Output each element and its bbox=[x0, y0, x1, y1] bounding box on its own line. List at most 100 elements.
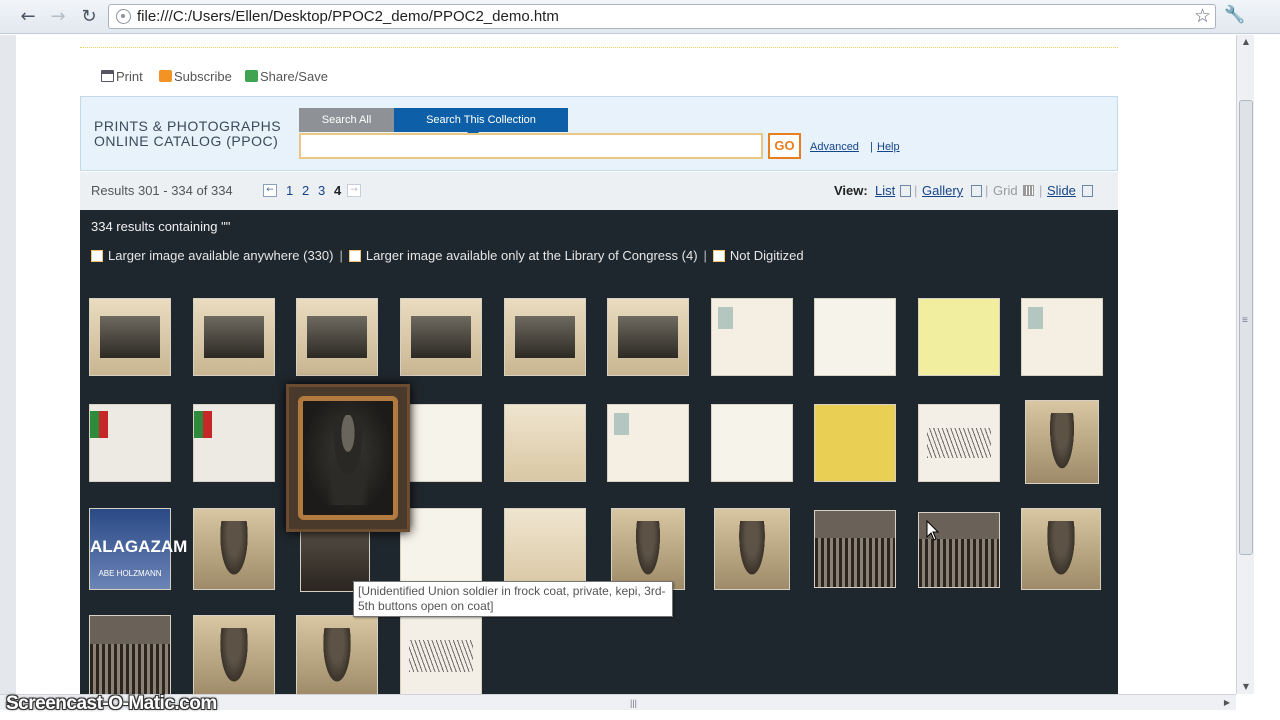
window-right-margin bbox=[1254, 35, 1280, 720]
browser-toolbar: ← → ↻ file:///C:/Users/Ellen/Desktop/PPO… bbox=[0, 0, 1280, 34]
filter-label: Larger image available only at the Libra… bbox=[365, 248, 698, 263]
filter-separator: | bbox=[703, 248, 707, 263]
advanced-search-link[interactable]: Advanced bbox=[810, 141, 859, 153]
help-link[interactable]: Help bbox=[877, 141, 900, 153]
view-separator: | bbox=[985, 183, 989, 198]
share-save-link[interactable]: Share/Save bbox=[245, 69, 328, 84]
result-thumbnail[interactable] bbox=[814, 510, 896, 588]
result-thumbnail[interactable] bbox=[1021, 298, 1103, 376]
print-link[interactable]: Print bbox=[101, 69, 143, 84]
scroll-right-arrow-icon[interactable]: ▶ bbox=[1219, 695, 1235, 711]
slide-view-icon[interactable] bbox=[1082, 185, 1093, 197]
result-thumbnail[interactable] bbox=[504, 298, 586, 376]
results-bar: Results 301 - 334 of 334 ← 1 2 3 4 → Vie… bbox=[80, 172, 1118, 210]
print-label: Print bbox=[116, 69, 143, 84]
hover-preview-image[interactable] bbox=[286, 384, 410, 532]
back-arrow-icon[interactable]: ← bbox=[16, 5, 40, 29]
result-thumbnail[interactable] bbox=[607, 404, 689, 482]
next-page-icon: → bbox=[347, 184, 361, 197]
page-link-1[interactable]: 1 bbox=[286, 183, 293, 198]
gallery-view-icon[interactable] bbox=[971, 185, 982, 197]
link-separator: | bbox=[870, 141, 873, 153]
filter-checkbox-larger-anywhere[interactable] bbox=[91, 250, 103, 262]
vertical-scrollbar[interactable]: ▲ ▼ bbox=[1236, 35, 1254, 694]
poster-subtitle: ABE HOLZMANN bbox=[98, 569, 162, 578]
result-thumbnail[interactable] bbox=[1021, 508, 1101, 590]
scrollbar-grip-icon[interactable]: ||| bbox=[630, 698, 640, 708]
result-thumbnail[interactable] bbox=[918, 298, 1000, 376]
result-thumbnail[interactable] bbox=[400, 615, 482, 694]
result-thumbnail[interactable] bbox=[400, 508, 482, 590]
share-label: Share/Save bbox=[260, 69, 328, 84]
reload-icon[interactable]: ↻ bbox=[77, 5, 101, 29]
screencast-watermark: Screencast-O-Matic.com bbox=[6, 693, 217, 714]
result-thumbnail[interactable] bbox=[400, 298, 482, 376]
result-thumbnail[interactable] bbox=[89, 298, 171, 376]
result-thumbnail[interactable] bbox=[814, 404, 896, 482]
previous-page-icon[interactable]: ← bbox=[263, 184, 277, 197]
result-thumbnail[interactable] bbox=[400, 404, 482, 482]
list-view-icon[interactable] bbox=[900, 185, 911, 197]
result-thumbnail[interactable]: ALAGAZAM ABE HOLZMANN bbox=[89, 508, 187, 590]
view-slide-link[interactable]: Slide bbox=[1047, 183, 1076, 198]
view-separator: | bbox=[1039, 183, 1043, 198]
result-thumbnail[interactable] bbox=[193, 404, 275, 482]
tab-search-collection[interactable]: Search This Collection bbox=[394, 108, 568, 138]
result-thumbnail[interactable] bbox=[504, 404, 586, 482]
address-bar[interactable]: file:///C:/Users/Ellen/Desktop/PPOC2_dem… bbox=[108, 4, 1216, 29]
url-text[interactable]: file:///C:/Users/Ellen/Desktop/PPOC2_dem… bbox=[137, 8, 559, 25]
results-summary: 334 results containing "" bbox=[91, 219, 231, 234]
view-separator: | bbox=[914, 183, 918, 198]
filter-checkbox-larger-loc[interactable] bbox=[348, 250, 361, 262]
page-icon bbox=[116, 9, 131, 24]
tintype-portrait bbox=[298, 396, 398, 520]
filter-label: Not Digitized bbox=[729, 248, 804, 263]
page-viewport: Print Subscribe Share/Save PRINTS & PHOT… bbox=[0, 35, 1236, 694]
divider bbox=[80, 47, 1118, 48]
page-left-margin bbox=[0, 35, 16, 694]
result-thumbnail[interactable] bbox=[714, 508, 790, 590]
result-thumbnail[interactable] bbox=[193, 298, 275, 376]
page-link-3[interactable]: 3 bbox=[318, 183, 325, 198]
result-thumbnail[interactable] bbox=[918, 404, 1000, 482]
printer-icon bbox=[101, 70, 114, 82]
results-grid-area: 334 results containing "" Larger image a… bbox=[80, 210, 1118, 694]
result-thumbnail[interactable] bbox=[504, 508, 586, 590]
star-icon[interactable]: ☆ bbox=[1194, 5, 1211, 27]
filter-row: Larger image available anywhere (330) | La… bbox=[91, 248, 804, 263]
search-input[interactable] bbox=[299, 133, 763, 159]
tab-search-all[interactable]: Search All bbox=[299, 108, 394, 132]
go-button[interactable]: GO bbox=[768, 133, 801, 159]
result-thumbnail[interactable] bbox=[193, 508, 275, 590]
filter-checkbox-not-digitized[interactable] bbox=[712, 250, 725, 262]
result-thumbnail[interactable] bbox=[296, 298, 378, 376]
scroll-up-arrow-icon[interactable]: ▲ bbox=[1237, 35, 1255, 49]
result-thumbnail[interactable] bbox=[193, 615, 275, 694]
scroll-down-arrow-icon[interactable]: ▼ bbox=[1237, 680, 1255, 694]
wrench-icon[interactable]: 🔧 bbox=[1224, 5, 1246, 27]
catalog-title: PRINTS & PHOTOGRAPHS ONLINE CATALOG (PPO… bbox=[94, 118, 282, 149]
result-thumbnail[interactable] bbox=[296, 615, 378, 694]
result-thumbnail[interactable] bbox=[607, 298, 689, 376]
result-thumbnail[interactable] bbox=[711, 404, 793, 482]
search-header: PRINTS & PHOTOGRAPHS ONLINE CATALOG (PPO… bbox=[80, 96, 1118, 171]
page-link-2[interactable]: 2 bbox=[302, 183, 309, 198]
view-grid-current: Grid bbox=[993, 183, 1018, 198]
filter-label: Larger image available anywhere (330) bbox=[108, 248, 334, 263]
scrollbar-thumb[interactable] bbox=[1239, 100, 1253, 555]
view-gallery-link[interactable]: Gallery bbox=[922, 183, 963, 198]
result-thumbnail[interactable] bbox=[711, 298, 793, 376]
current-page: 4 bbox=[334, 183, 342, 198]
view-label: View: bbox=[834, 183, 868, 198]
rss-icon bbox=[159, 70, 172, 82]
forward-arrow-icon[interactable]: → bbox=[46, 5, 70, 29]
result-thumbnail[interactable] bbox=[89, 615, 171, 694]
subscribe-link[interactable]: Subscribe bbox=[159, 69, 232, 84]
filter-separator: | bbox=[339, 248, 343, 263]
view-list-link[interactable]: List bbox=[875, 183, 895, 198]
grid-view-icon bbox=[1023, 185, 1034, 196]
result-thumbnail[interactable] bbox=[814, 298, 896, 376]
result-thumbnail[interactable] bbox=[611, 508, 685, 590]
result-thumbnail[interactable] bbox=[89, 404, 171, 482]
result-thumbnail[interactable] bbox=[1025, 400, 1099, 484]
